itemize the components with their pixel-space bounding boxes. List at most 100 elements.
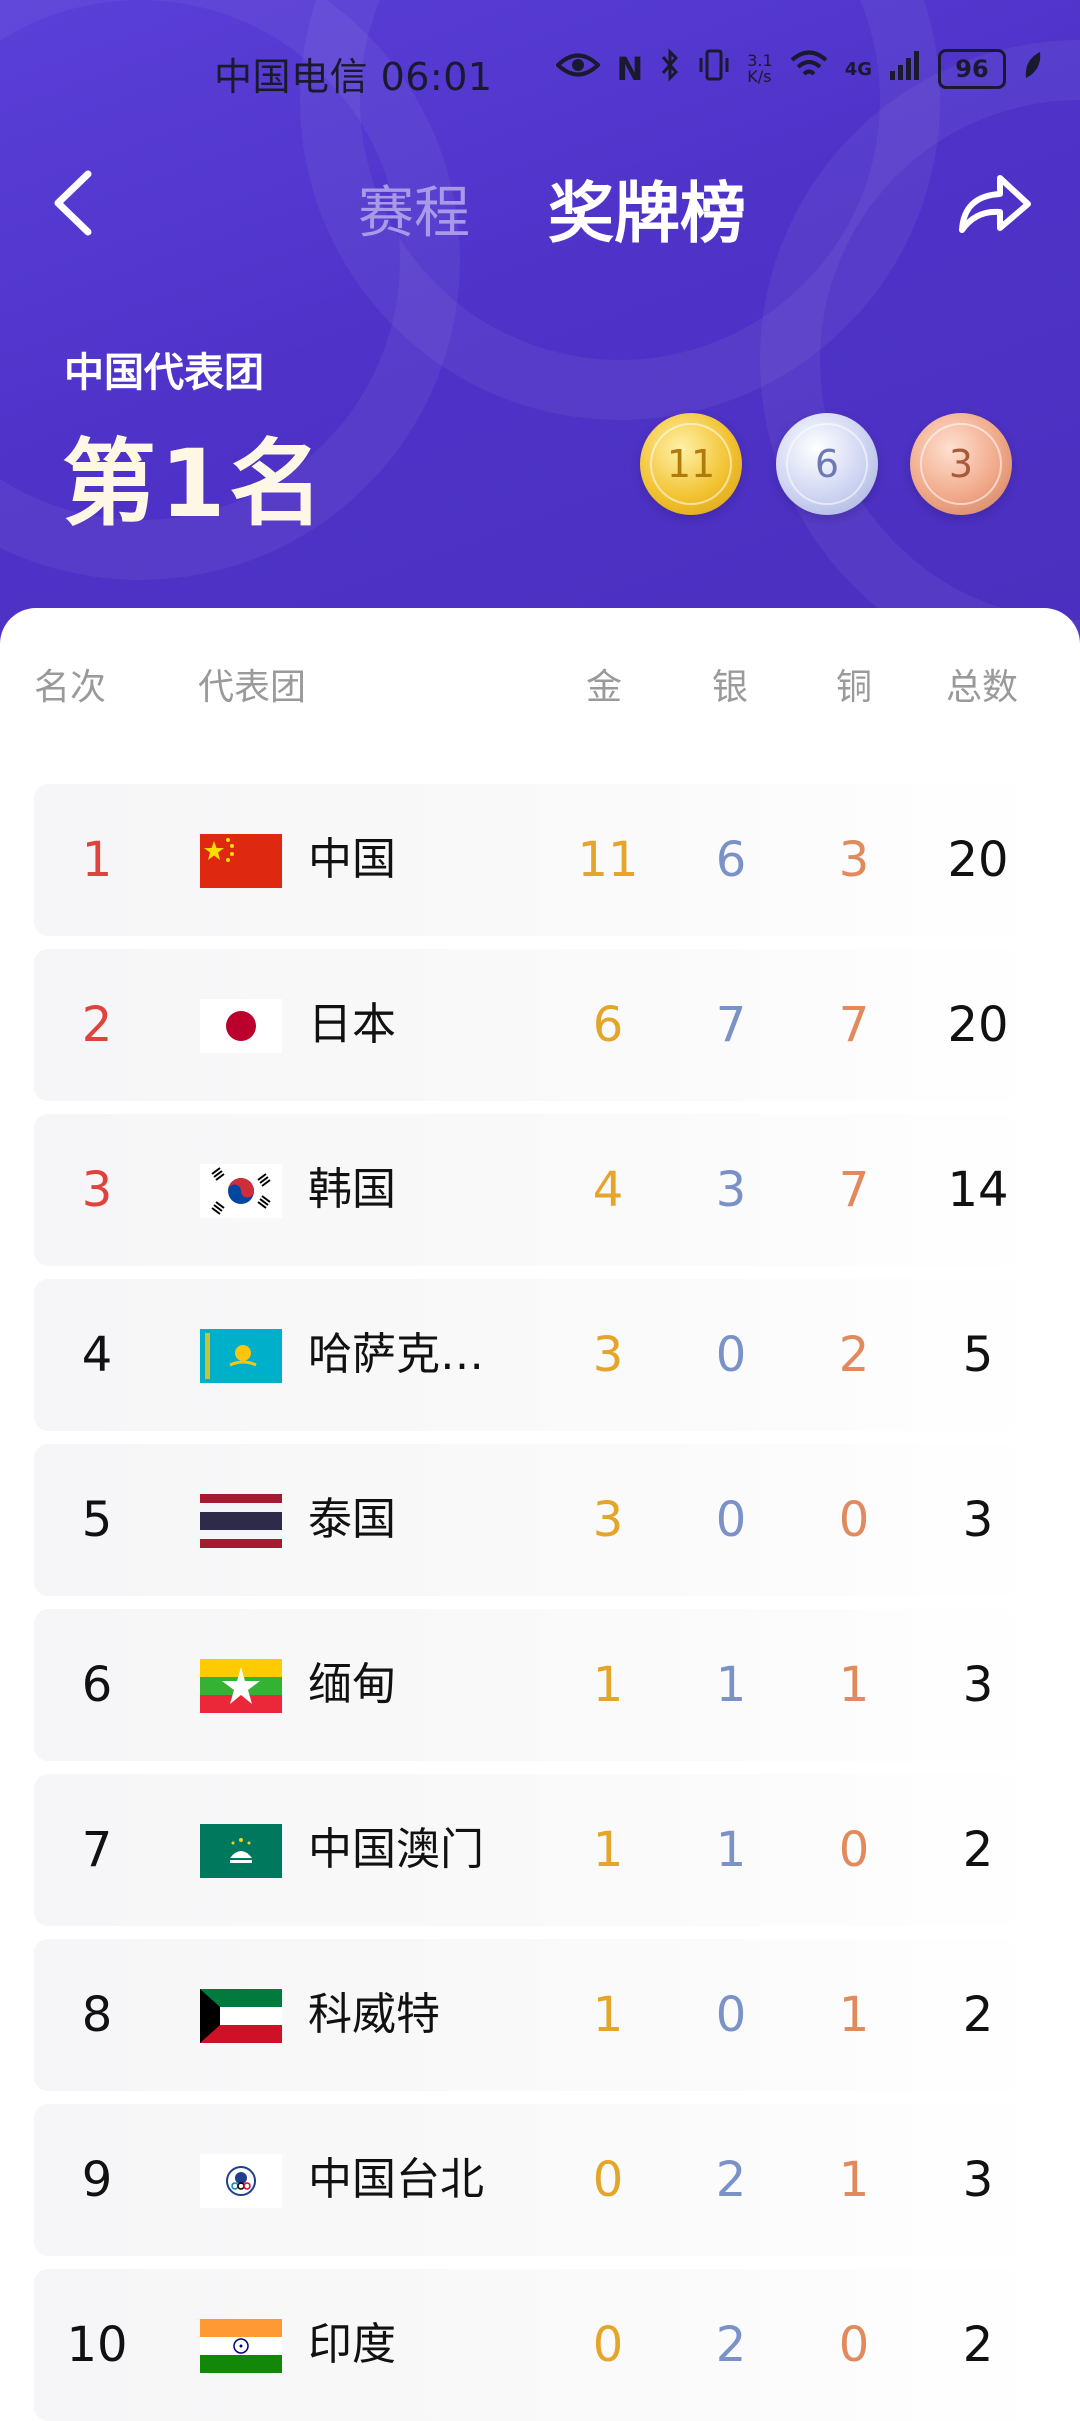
- bronze-count: 1: [838, 1657, 870, 1713]
- team-name: 中国: [308, 834, 396, 885]
- gold-count: 3: [592, 1327, 624, 1383]
- bluetooth-icon: [659, 48, 681, 90]
- eye-icon: [555, 50, 602, 88]
- total-count: 3: [962, 1657, 994, 1713]
- rank-cell: 1: [81, 832, 113, 888]
- gold-count: 4: [592, 1162, 624, 1218]
- carrier-time: 中国电信 06:01: [214, 55, 493, 99]
- rank-cell: 8: [81, 1987, 113, 2043]
- total-count: 2: [962, 1987, 994, 2043]
- leaf-icon: [1022, 50, 1042, 88]
- flag-cn-icon: [200, 834, 282, 888]
- flag-kw-icon: [200, 1989, 282, 2043]
- flag-jp-icon: [200, 999, 282, 1053]
- header-banner: 中国电信 06:01 N 3.1 K/s 4G 96 赛程 奖牌榜 中国代表团 …: [0, 0, 1080, 650]
- bronze-count: 1: [838, 1987, 870, 2043]
- table-row[interactable]: 7 中国澳门 1 1 0 2: [34, 1774, 1044, 1926]
- table-row[interactable]: 9 中国台北 0 2 1 3: [34, 2104, 1044, 2256]
- table-row[interactable]: 8 科威特 1 0 1 2: [34, 1939, 1044, 2091]
- gold-count: 0: [592, 2152, 624, 2208]
- bronze-count: 0: [838, 1822, 870, 1878]
- gold-count: 3: [592, 1492, 624, 1548]
- total-count: 14: [947, 1162, 1009, 1218]
- flag-th-icon: [200, 1494, 282, 1548]
- bronze-count: 1: [838, 2152, 870, 2208]
- team-name: 哈萨克…: [308, 1329, 484, 1380]
- bronze-medal-count: 3: [910, 413, 1012, 515]
- share-icon: [959, 175, 1031, 233]
- rank-cell: 2: [81, 997, 113, 1053]
- share-button[interactable]: [954, 168, 1034, 238]
- team-label: 中国代表团: [64, 350, 264, 396]
- gold-medal-count: 11: [640, 413, 742, 515]
- bronze-count: 7: [838, 1162, 870, 1218]
- medal-table-card: 名次 代表团 金 银 铜 总数 1 中国 11 6 3 20 2 日本 6 7 7 20 3 韩国 4 3 7 1…: [0, 608, 1080, 2421]
- rank-cell: 7: [81, 1822, 113, 1878]
- total-count: 20: [947, 997, 1009, 1053]
- flag-kz-icon: [200, 1329, 282, 1383]
- vibrate-icon: [697, 48, 731, 90]
- bronze-count: 2: [838, 1327, 870, 1383]
- silver-count: 1: [715, 1822, 747, 1878]
- network-type: 4G: [844, 58, 872, 80]
- flag-tpe-icon: [200, 2154, 282, 2208]
- battery-icon: 96: [938, 49, 1006, 89]
- header-total: 总数: [946, 667, 1019, 708]
- team-name: 科威特: [308, 1989, 440, 2040]
- flag-kr-icon: [200, 1164, 282, 1218]
- table-row[interactable]: 10 印度 0 2 0 2: [34, 2269, 1044, 2421]
- nfc-icon: N: [616, 50, 644, 88]
- team-name: 缅甸: [308, 1659, 396, 1710]
- team-name: 印度: [308, 2319, 396, 2370]
- silver-count: 6: [715, 832, 747, 888]
- rank-cell: 3: [81, 1162, 113, 1218]
- flag-in-icon: [200, 2319, 282, 2373]
- silver-count: 3: [715, 1162, 747, 1218]
- total-count: 20: [947, 832, 1009, 888]
- header-bronze: 铜: [836, 667, 873, 708]
- silver-count: 0: [715, 1327, 747, 1383]
- gold-count-value: 11: [666, 442, 716, 486]
- team-name: 中国澳门: [308, 1824, 484, 1875]
- table-row[interactable]: 5 泰国 3 0 0 3: [34, 1444, 1044, 1596]
- bronze-count: 0: [838, 1492, 870, 1548]
- silver-count-value: 6: [814, 442, 840, 486]
- silver-medal-count: 6: [776, 413, 878, 515]
- table-row[interactable]: 6 缅甸 1 1 1 3: [34, 1609, 1044, 1761]
- table-row[interactable]: 2 日本 6 7 7 20: [34, 949, 1044, 1101]
- total-count: 5: [962, 1327, 994, 1383]
- gold-count: 11: [577, 832, 639, 888]
- silver-count: 0: [715, 1987, 747, 2043]
- header-rank: 名次: [34, 667, 107, 708]
- gold-count: 1: [592, 1987, 624, 2043]
- team-name: 泰国: [308, 1494, 396, 1545]
- rank-cell: 9: [81, 2152, 113, 2208]
- total-count: 2: [962, 2317, 994, 2373]
- back-button[interactable]: [48, 168, 108, 238]
- rank-cell: 5: [81, 1492, 113, 1548]
- rank-cell: 6: [81, 1657, 113, 1713]
- tab-schedule[interactable]: 赛程: [358, 168, 470, 249]
- total-count: 2: [962, 1822, 994, 1878]
- table-row[interactable]: 3 韩国 4 3 7 14: [34, 1114, 1044, 1266]
- total-count: 3: [962, 1492, 994, 1548]
- wifi-icon: [789, 49, 829, 89]
- header-gold: 金: [586, 667, 623, 708]
- chevron-left-icon: [54, 170, 92, 236]
- status-bar: 中国电信 06:01 N 3.1 K/s 4G 96: [0, 40, 1080, 100]
- team-name: 韩国: [308, 1164, 396, 1215]
- header-team: 代表团: [198, 667, 307, 708]
- tab-medals[interactable]: 奖牌榜: [548, 160, 746, 256]
- table-row[interactable]: 4 哈萨克… 3 0 2 5: [34, 1279, 1044, 1431]
- bronze-count-value: 3: [948, 442, 974, 486]
- silver-count: 0: [715, 1492, 747, 1548]
- flag-mo-icon: [200, 1824, 282, 1878]
- table-row[interactable]: 1 中国 11 6 3 20: [34, 784, 1044, 936]
- signal-icon: [888, 49, 922, 89]
- rank-cell: 10: [66, 2317, 128, 2373]
- silver-count: 1: [715, 1657, 747, 1713]
- total-count: 3: [962, 2152, 994, 2208]
- silver-count: 2: [715, 2317, 747, 2373]
- silver-count: 7: [715, 997, 747, 1053]
- gold-count: 1: [592, 1657, 624, 1713]
